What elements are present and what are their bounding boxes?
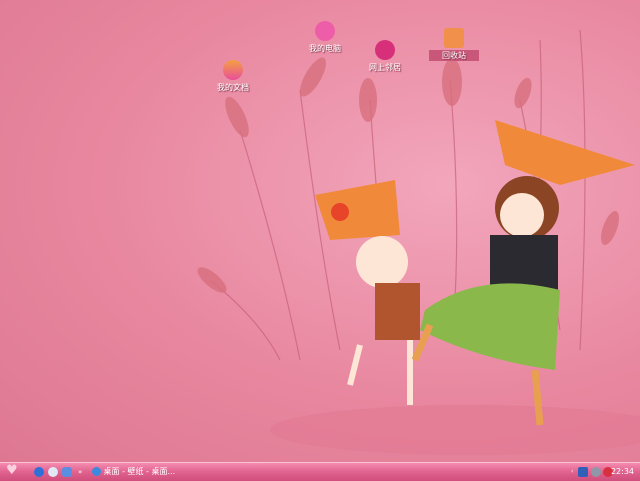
network-icon[interactable] — [578, 467, 588, 477]
task-label: 桌面 - 壁纸 - 桌面... — [103, 467, 176, 476]
desktop-icon-recycle-bin[interactable]: 回收站 — [429, 28, 479, 61]
icon-label: 我的电脑 — [309, 44, 341, 53]
pig-icon — [315, 21, 335, 41]
quick-launch-overflow[interactable]: » — [78, 466, 82, 478]
desktop-icon-my-documents[interactable]: 我的文档 — [208, 60, 258, 93]
icon-label: 我的文档 — [217, 83, 249, 92]
ie-icon[interactable] — [34, 467, 44, 477]
volume-icon[interactable] — [591, 467, 601, 477]
task-button-desktop[interactable]: 桌面 - 壁纸 - 桌面... — [92, 466, 182, 478]
recycle-bin-icon — [444, 28, 464, 48]
globe-icon[interactable] — [48, 467, 58, 477]
icon-label: 网上邻居 — [369, 63, 401, 72]
rainbow-cloud-icon — [223, 60, 243, 80]
desktop-icon-network[interactable]: 网上邻居 — [360, 40, 410, 73]
start-button[interactable]: ♥ — [6, 463, 18, 478]
icon-label: 回收站 — [429, 50, 479, 61]
taskbar: ♥ » 桌面 - 壁纸 - 桌面... ‹ 22:34 — [0, 462, 640, 481]
desktop-icon-my-computer[interactable]: 我的电脑 — [300, 21, 350, 54]
tray-expand-button[interactable]: ‹ — [571, 466, 573, 478]
ie-icon — [92, 467, 101, 476]
media-icon[interactable] — [62, 467, 72, 477]
network-phone-icon — [375, 40, 395, 60]
clock[interactable]: 22:34 — [611, 466, 634, 478]
desktop-wallpaper: 我的文档 我的电脑 网上邻居 回收站 — [0, 0, 640, 462]
wallpaper-illustration — [197, 29, 640, 455]
heart-icon: ♥ — [6, 463, 18, 478]
